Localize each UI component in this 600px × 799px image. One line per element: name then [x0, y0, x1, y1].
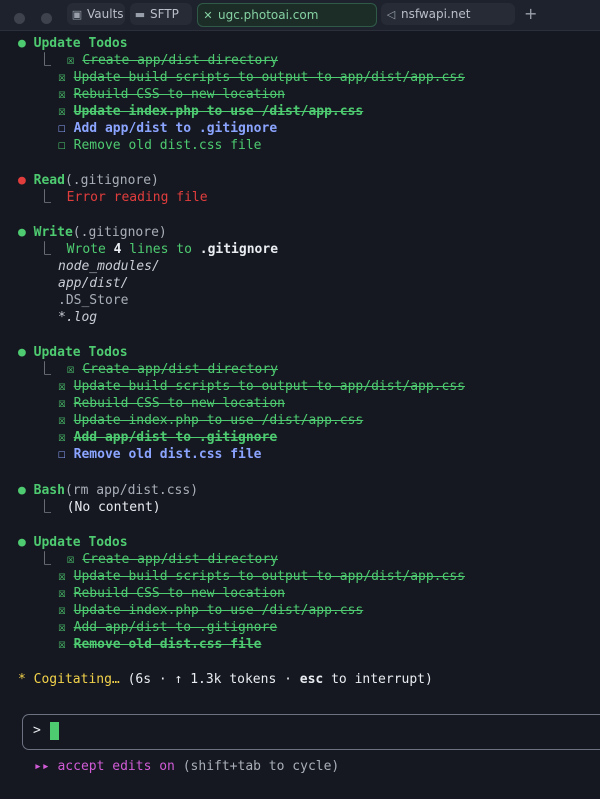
list-item: ☐ Add app/dist to .gitignore: [58, 121, 278, 136]
list-item: ☒ Update index.php to use /dist/app.css: [58, 104, 364, 119]
text-cursor: [50, 722, 59, 740]
list-item: ⎿ ☒ Create app/dist directory: [38, 53, 278, 68]
list-item: ☐ Remove old dist.css file: [58, 138, 262, 153]
list-item: ☐ Remove old dist.css file: [58, 447, 262, 462]
todos1-header: ● Update Todos: [18, 36, 128, 51]
list-item: ⎿ ☒ Create app/dist directory: [38, 552, 278, 567]
list-item: ☒ Update build scripts to output to app/…: [58, 379, 465, 394]
file-line: node_modules/: [58, 259, 160, 274]
list-item: ☒ Rebuild CSS to new location: [58, 396, 285, 411]
file-line: app/dist/: [58, 276, 129, 291]
file-line: .DS_Store: [58, 293, 129, 308]
terminal: ● Update Todos ⎿ ☒ Create app/dist direc…: [0, 30, 600, 799]
todos3-header: ● Update Todos: [18, 535, 128, 550]
new-tab-button[interactable]: +: [524, 4, 537, 23]
minimize-window-button[interactable]: [40, 13, 52, 24]
list-item: ☒ Update index.php to use /dist/app.css: [58, 603, 364, 618]
tab-nsfwapi[interactable]: ◁ nsfwapi.net: [381, 3, 515, 25]
vault-icon: ▣: [71, 8, 83, 21]
bash-result: ⎿ (No content): [38, 500, 161, 515]
spinner-icon: *: [18, 672, 26, 687]
list-item: ☒ Update build scripts to output to app/…: [58, 70, 465, 85]
tab-bar: ▣ Vaults ▬ SFTP ✕ ugc.photoai.com ◁ nsfwapi.…: [0, 0, 600, 31]
prompt-input[interactable]: >: [22, 714, 600, 750]
list-item: ⎿ ☒ Create app/dist directory: [38, 362, 278, 377]
file-line: *.log: [58, 310, 98, 325]
fast-forward-icon: ▸▸: [34, 759, 50, 774]
list-item: ☒ Add app/dist to .gitignore: [58, 430, 278, 445]
close-icon[interactable]: ✕: [198, 5, 218, 26]
todos2-header: ● Update Todos: [18, 345, 128, 360]
mode-line[interactable]: ▸▸ accept edits on (shift+tab to cycle): [34, 758, 339, 775]
list-item: ☒ Add app/dist to .gitignore: [58, 620, 278, 635]
list-item: ☒ Rebuild CSS to new location: [58, 586, 285, 601]
read-header: ● Read(.gitignore): [18, 173, 159, 188]
tab-ugc-photoai[interactable]: ✕ ugc.photoai.com: [197, 3, 377, 27]
list-item: ☒ Rebuild CSS to new location: [58, 87, 285, 102]
close-window-button[interactable]: [14, 13, 25, 24]
write-header: ● Write(.gitignore): [18, 225, 167, 240]
read-result: ⎿ Error reading file: [38, 190, 208, 205]
prompt-symbol: >: [33, 723, 41, 738]
tab-sftp[interactable]: ▬ SFTP: [130, 3, 192, 25]
list-item: ☒ Update build scripts to output to app/…: [58, 569, 465, 584]
list-item: ☒ Update index.php to use /dist/app.css: [58, 413, 364, 428]
write-result: ⎿ Wrote 4 lines to .gitignore: [38, 242, 279, 257]
tab-vaults[interactable]: ▣ Vaults: [67, 3, 125, 25]
list-item: ☒ Remove old dist.css file: [58, 637, 262, 652]
folder-icon: ▬: [134, 8, 146, 21]
status-line: * Cogitating… (6s · ↑ 1.3k tokens · esc …: [18, 672, 433, 687]
arrow-icon: ◁: [386, 8, 396, 21]
bash-header: ● Bash(rm app/dist.css): [18, 483, 199, 498]
